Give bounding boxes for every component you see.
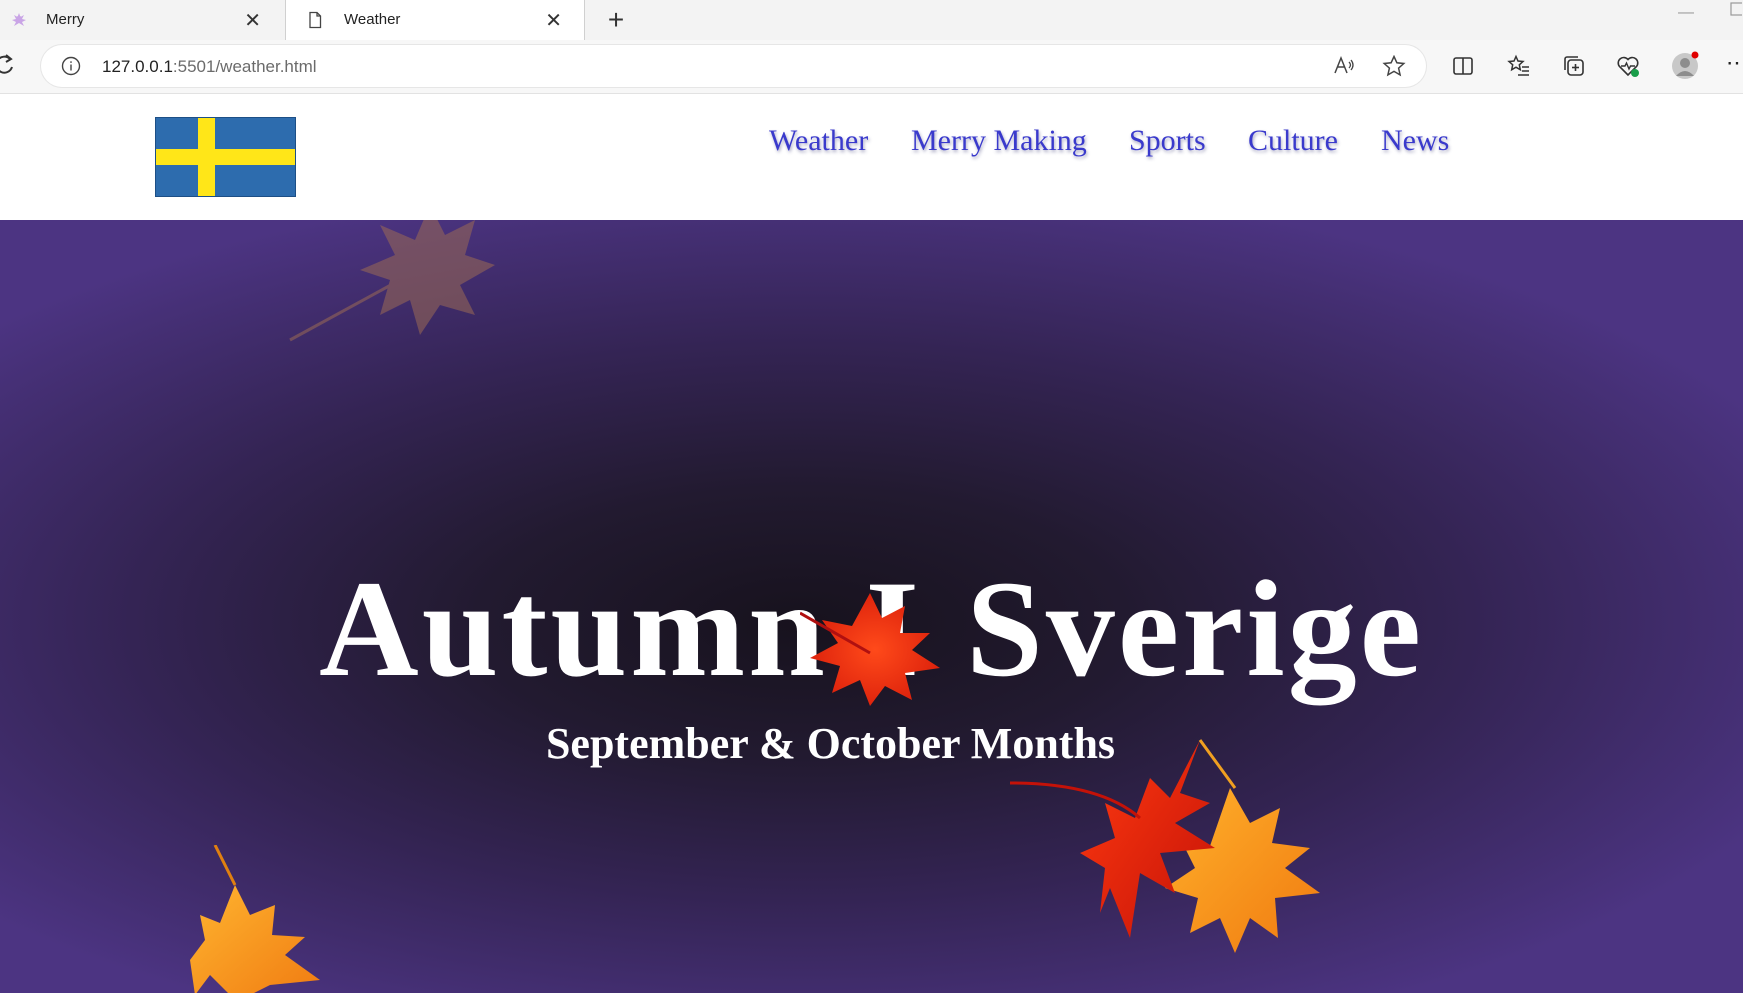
minimize-icon[interactable]: — (1678, 4, 1694, 22)
favorites-icon[interactable] (1507, 54, 1531, 78)
nav-sports[interactable]: Sports (1129, 124, 1206, 158)
info-icon[interactable] (61, 56, 81, 76)
red-maple-leaf-icon (800, 593, 940, 706)
lotus-icon (12, 13, 26, 26)
hero-subtitle: September & October Months (545, 719, 1116, 768)
nav-news[interactable]: News (1381, 124, 1449, 158)
reload-icon[interactable] (0, 53, 16, 77)
more-options-icon[interactable]: ⋯ (1726, 50, 1743, 75)
url-host: 127.0.0.1 (102, 57, 173, 76)
collections-icon[interactable] (1562, 54, 1586, 78)
orange-maple-leaf-icon (190, 845, 320, 993)
maximize-icon[interactable] (1730, 2, 1742, 16)
sweden-flag-logo[interactable] (155, 117, 296, 197)
tab-merry[interactable]: Merry ✕ (0, 0, 283, 40)
url-path: :5501/weather.html (172, 57, 317, 76)
read-aloud-icon[interactable] (1333, 55, 1357, 77)
hero-title-right: Sverige (966, 552, 1424, 705)
new-tab-button[interactable]: + (601, 4, 631, 36)
close-tab-icon[interactable]: ✕ (244, 8, 261, 33)
autumn-leaves-cluster-icon (1010, 739, 1320, 953)
hero-section: Autumn I Sverige September & October Mont… (0, 220, 1743, 993)
split-screen-icon[interactable] (1451, 54, 1475, 78)
nav-culture[interactable]: Culture (1248, 124, 1338, 158)
page-icon (309, 11, 322, 29)
address-bar[interactable]: 127.0.0.1:5501/weather.html (41, 45, 1426, 87)
tab-weather[interactable]: Weather ✕ (285, 0, 585, 40)
tab-title: Weather (344, 11, 401, 28)
nav-merry-making[interactable]: Merry Making (911, 124, 1087, 158)
site-header: Weather Merry Making Sports Culture News (0, 94, 1743, 220)
browser-essentials-icon[interactable] (1616, 54, 1640, 78)
close-tab-icon[interactable]: ✕ (545, 8, 562, 33)
tab-title: Merry (46, 11, 85, 28)
tab-strip: Merry ✕ Weather ✕ + — (0, 0, 1743, 40)
profile-avatar-icon[interactable] (1670, 51, 1700, 81)
maple-leaf-icon (289, 220, 495, 342)
url-text[interactable]: 127.0.0.1:5501/weather.html (102, 57, 317, 77)
favorite-star-icon[interactable] (1382, 55, 1406, 77)
nav-weather[interactable]: Weather (769, 124, 868, 158)
browser-toolbar: 127.0.0.1:5501/weather.html ⋯ (0, 40, 1743, 94)
